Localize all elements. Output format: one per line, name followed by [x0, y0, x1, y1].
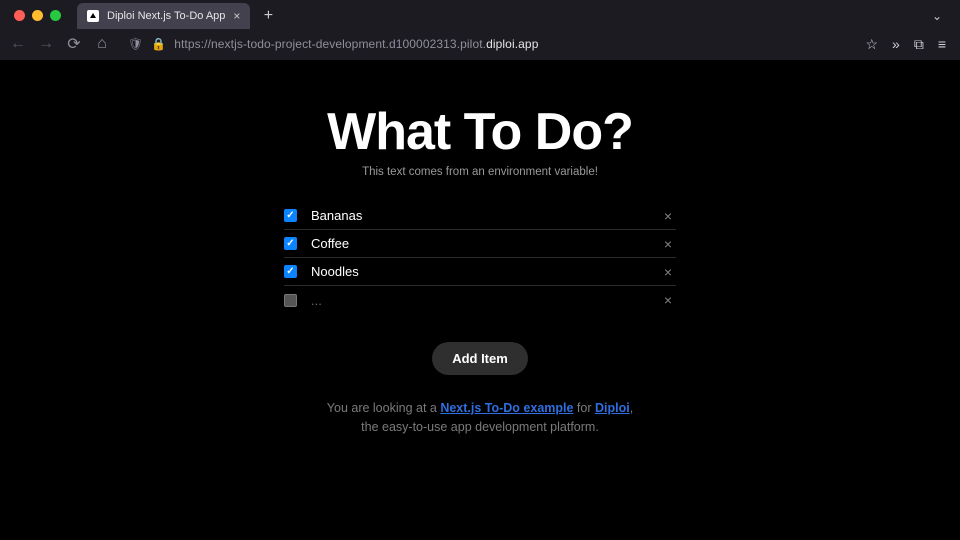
- back-icon[interactable]: ←: [10, 35, 26, 53]
- delete-item-icon[interactable]: ×: [660, 292, 676, 308]
- tab-bar: Diploi Next.js To-Do App × + ⌄: [0, 0, 960, 28]
- footer-text: You are looking at a Next.js To-Do examp…: [327, 399, 633, 437]
- shield-icon: 🛡: [128, 37, 143, 51]
- address-bar: ← → ⟳ ⌂ 🛡 🔒 https://nextjs-todo-project-…: [0, 28, 960, 60]
- page-subtitle: This text comes from an environment vari…: [362, 166, 598, 178]
- delete-item-icon[interactable]: ×: [660, 264, 676, 280]
- new-item-row: ×: [284, 286, 676, 314]
- list-item: Noodles ×: [284, 258, 676, 286]
- close-tab-icon[interactable]: ×: [233, 10, 240, 22]
- tab-title: Diploi Next.js To-Do App: [107, 10, 225, 22]
- extensions-icon[interactable]: ⧉: [914, 36, 924, 53]
- page-content: What To Do? This text comes from an envi…: [0, 60, 960, 540]
- add-item-button[interactable]: Add Item: [432, 342, 528, 375]
- list-item: Coffee ×: [284, 230, 676, 258]
- example-link[interactable]: Next.js To-Do example: [440, 401, 573, 415]
- forward-icon[interactable]: →: [38, 35, 54, 53]
- new-item-input[interactable]: [311, 293, 646, 308]
- delete-item-icon[interactable]: ×: [660, 208, 676, 224]
- browser-chrome: Diploi Next.js To-Do App × + ⌄ ← → ⟳ ⌂ 🛡…: [0, 0, 960, 60]
- bookmark-icon[interactable]: ☆: [865, 36, 878, 53]
- new-tab-button[interactable]: +: [256, 7, 280, 25]
- tabs-dropdown-icon[interactable]: ⌄: [932, 9, 942, 23]
- checkbox[interactable]: [284, 209, 297, 222]
- minimize-window-icon[interactable]: [32, 10, 43, 21]
- item-label[interactable]: Noodles: [311, 264, 646, 279]
- zoom-window-icon[interactable]: [50, 10, 61, 21]
- window-controls: [14, 10, 61, 21]
- tab-favicon-icon: [87, 10, 99, 22]
- item-label[interactable]: Coffee: [311, 236, 646, 251]
- overflow-icon[interactable]: »: [892, 36, 900, 52]
- item-label[interactable]: Bananas: [311, 208, 646, 223]
- url-text: https://nextjs-todo-project-development.…: [174, 37, 538, 51]
- home-icon[interactable]: ⌂: [94, 35, 110, 53]
- checkbox[interactable]: [284, 265, 297, 278]
- browser-tab[interactable]: Diploi Next.js To-Do App ×: [77, 3, 250, 29]
- hamburger-menu-icon[interactable]: ≡: [938, 36, 946, 52]
- close-window-icon[interactable]: [14, 10, 25, 21]
- url-field[interactable]: 🛡 🔒 https://nextjs-todo-project-developm…: [122, 32, 853, 56]
- page-title: What To Do?: [327, 102, 633, 162]
- list-item: Bananas ×: [284, 202, 676, 230]
- lock-icon: 🔒: [151, 37, 166, 51]
- delete-item-icon[interactable]: ×: [660, 236, 676, 252]
- checkbox[interactable]: [284, 237, 297, 250]
- reload-icon[interactable]: ⟳: [66, 34, 82, 54]
- diploi-link[interactable]: Diploi: [595, 401, 630, 415]
- todo-list: Bananas × Coffee × Noodles × ×: [284, 202, 676, 314]
- checkbox[interactable]: [284, 294, 297, 307]
